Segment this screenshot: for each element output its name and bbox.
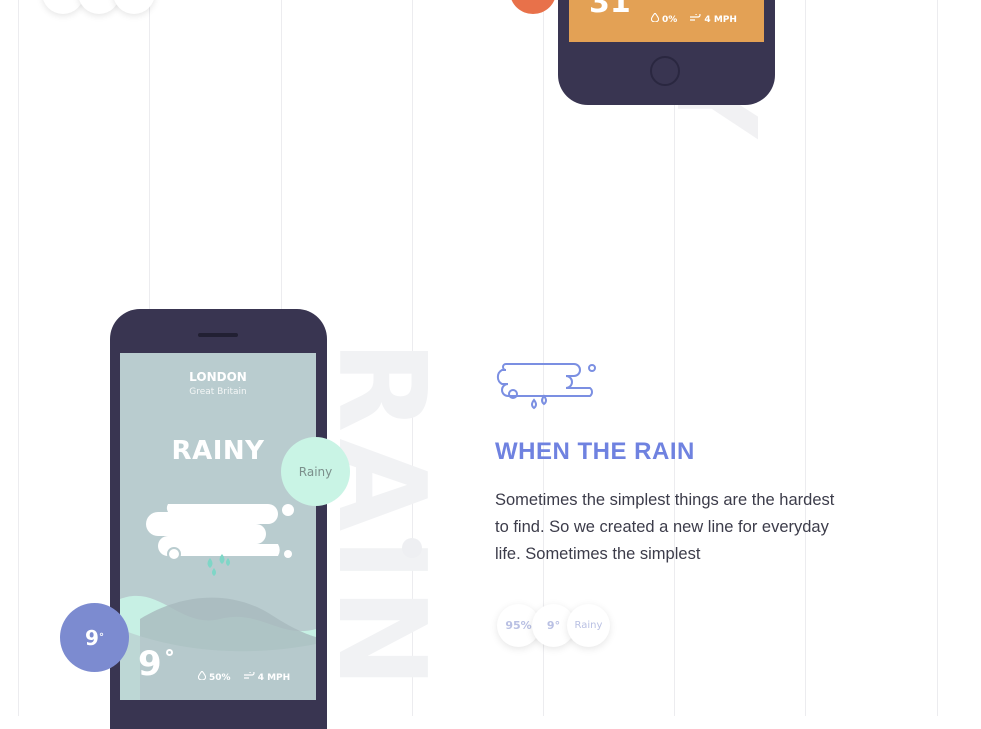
- phone-speaker: [198, 333, 238, 337]
- phone-screen-sunny: 31 0% 4 MPH: [569, 0, 764, 42]
- humidity-value: 50%: [209, 673, 231, 683]
- chip-label: 95%: [505, 619, 532, 632]
- chip-label: 9°: [546, 619, 561, 632]
- section-description: Sometimes the simplest things are the ha…: [495, 491, 835, 563]
- temperature-value: 9: [138, 644, 162, 684]
- temperature-bubble: 9 °: [60, 603, 129, 672]
- grid-line: [18, 0, 19, 716]
- weather-stats: 50% 4 MPH: [197, 670, 291, 683]
- decorative-dot: [402, 538, 422, 558]
- country-name: Great Britain: [189, 387, 247, 397]
- temperature-value: 31: [589, 0, 631, 20]
- degree-symbol: °: [98, 632, 104, 643]
- phone-mockup-rainy: LONDON Great Britain RAINY 9 50% 4 MPH: [110, 309, 327, 729]
- grid-line: [937, 0, 938, 716]
- background-lettering: RAIN: [311, 340, 450, 695]
- condition-chip[interactable]: Rainy: [567, 604, 610, 647]
- wind-value: 4 MPH: [704, 15, 737, 25]
- wind-icon: [243, 670, 255, 683]
- rain-cloud-icon: [146, 504, 294, 576]
- top-chip[interactable]: [42, 0, 84, 14]
- phone-screen-rainy: LONDON Great Britain RAINY 9 50% 4 MPH: [120, 353, 316, 700]
- degree-symbol: [166, 649, 173, 656]
- grid-line: [805, 0, 806, 716]
- home-button: [650, 56, 680, 86]
- wind-value: 4 MPH: [257, 673, 291, 683]
- condition-bubble: Rainy: [281, 437, 350, 506]
- section-title: WHEN THE RAIN: [495, 438, 695, 465]
- drop-icon: [197, 670, 207, 683]
- rain-cloud-icon: [496, 363, 596, 410]
- top-chip[interactable]: [78, 0, 120, 14]
- city-name: LONDON: [189, 370, 247, 384]
- phone-mockup-sunny: 31 0% 4 MPH: [558, 0, 775, 105]
- weather-stats: 0% 4 MPH: [650, 12, 737, 25]
- condition-bubble-label: Rainy: [298, 464, 333, 479]
- orange-bubble: [510, 0, 556, 14]
- temperature-bubble-value: 9: [85, 625, 99, 650]
- wind-icon: [690, 12, 701, 25]
- drop-icon: [650, 12, 660, 25]
- humidity-value: 0%: [662, 15, 678, 25]
- chip-label: Rainy: [574, 620, 603, 631]
